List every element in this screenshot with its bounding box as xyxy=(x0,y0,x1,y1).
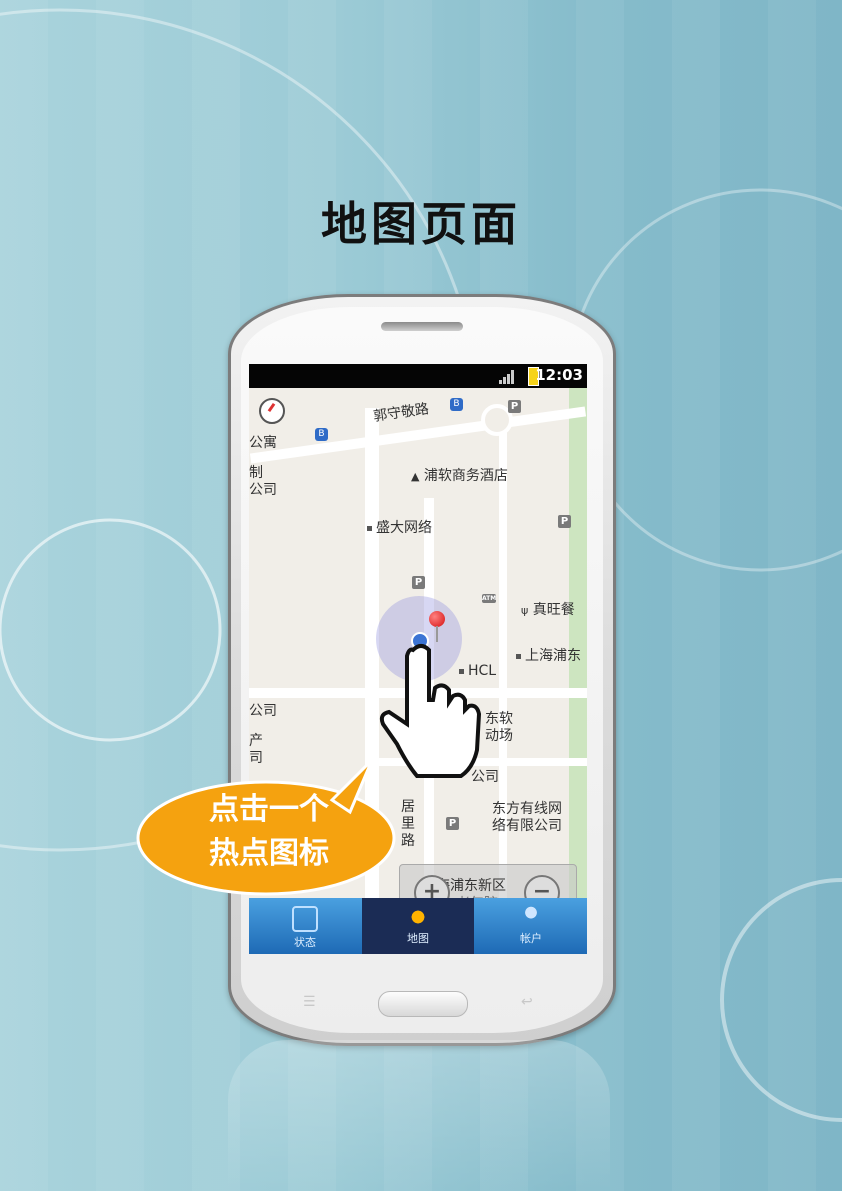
map-label: 郭守敬路 xyxy=(372,401,430,425)
map-label: ψ 真旺餐 xyxy=(521,599,575,619)
restaurant-icon: ψ xyxy=(521,604,529,617)
bottom-tab-bar: 状态 地图 帐户 xyxy=(249,898,587,954)
tab-label: 帐户 xyxy=(520,932,542,945)
phone-reflection xyxy=(228,1040,610,1190)
callout-text: 点击一个 热点图标 xyxy=(174,788,364,876)
map-label: 盛大网络 xyxy=(367,517,432,537)
callout-line-1: 点击一个 xyxy=(209,792,329,827)
page-title: 地图页面 xyxy=(321,197,521,251)
zhenwang-label: 真旺餐 xyxy=(532,602,575,618)
tab-account[interactable]: 帐户 xyxy=(475,898,587,954)
status-bar: 12:03 xyxy=(249,364,587,388)
callout-line-2: 热点图标 xyxy=(209,836,329,871)
map-label: 公寓 xyxy=(249,435,277,451)
tab-label: 地图 xyxy=(407,932,429,945)
shengda-label: 盛大网络 xyxy=(376,520,432,536)
map-pin-icon[interactable] xyxy=(429,611,445,627)
map-label: 络有限公司 xyxy=(492,818,562,834)
hotel-label: 浦软商务酒店 xyxy=(423,468,508,484)
home-button[interactable] xyxy=(378,991,468,1017)
hotel-icon: ▲ xyxy=(411,470,420,483)
status-icon xyxy=(292,906,318,932)
map-label: 上海浦东 xyxy=(516,645,581,665)
map-label: 路 xyxy=(401,833,415,849)
tab-label: 状态 xyxy=(294,936,316,949)
signal-icon xyxy=(499,370,515,384)
bus-stop-icon: B xyxy=(315,428,328,441)
bus-stop-icon: B xyxy=(450,398,463,411)
parking-icon: P xyxy=(412,576,425,589)
parking-icon: P xyxy=(446,817,459,830)
menu-key-icon[interactable]: ☰ xyxy=(303,994,316,1010)
parking-icon: P xyxy=(558,515,571,528)
compass-icon[interactable] xyxy=(259,398,285,424)
account-icon xyxy=(520,906,542,928)
tab-status[interactable]: 状态 xyxy=(249,898,361,954)
parking-icon: P xyxy=(508,400,521,413)
map-label: 公司 xyxy=(249,703,277,719)
tab-map[interactable]: 地图 xyxy=(362,898,474,954)
pointing-hand-icon xyxy=(379,644,482,778)
atm-icon: ATM xyxy=(482,594,497,603)
map-label: 动场 xyxy=(485,728,513,744)
status-time: 12:03 xyxy=(535,366,583,384)
pudong-label: 上海浦东 xyxy=(525,648,581,664)
map-tab-icon xyxy=(407,906,429,928)
map-label: 公司 xyxy=(249,482,277,498)
map-label: ▲ 浦软商务酒店 xyxy=(411,465,508,485)
park-area xyxy=(569,388,587,898)
earpiece-speaker xyxy=(381,322,463,331)
back-key-icon[interactable]: ↩ xyxy=(521,994,533,1010)
